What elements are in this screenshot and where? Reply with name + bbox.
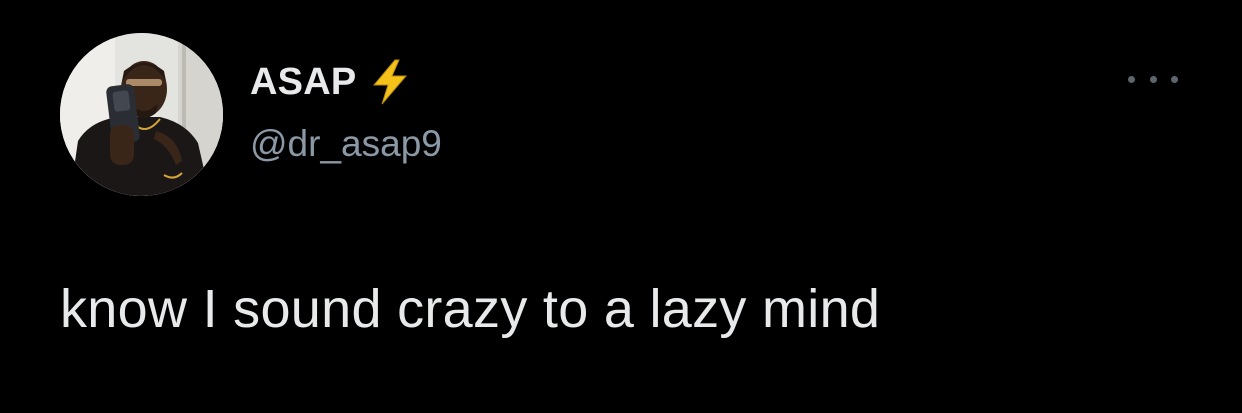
tweet: ASAP @dr_asap9 know I sound crazy to a l… [0, 0, 1242, 413]
more-options-icon [1128, 75, 1135, 83]
more-options-icon-dot [1149, 75, 1157, 83]
display-name[interactable]: ASAP [250, 60, 356, 104]
user-handle[interactable]: @dr_asap9 [250, 122, 442, 166]
tweet-text: know I sound crazy to a lazy mind [60, 279, 881, 339]
lightning-bolt-icon [370, 59, 410, 105]
more-options-icon-dot [1171, 75, 1178, 83]
author-name-row[interactable]: ASAP [250, 59, 410, 105]
avatar-photo [60, 33, 223, 196]
more-options-button[interactable] [1128, 64, 1178, 94]
avatar[interactable] [60, 33, 223, 196]
